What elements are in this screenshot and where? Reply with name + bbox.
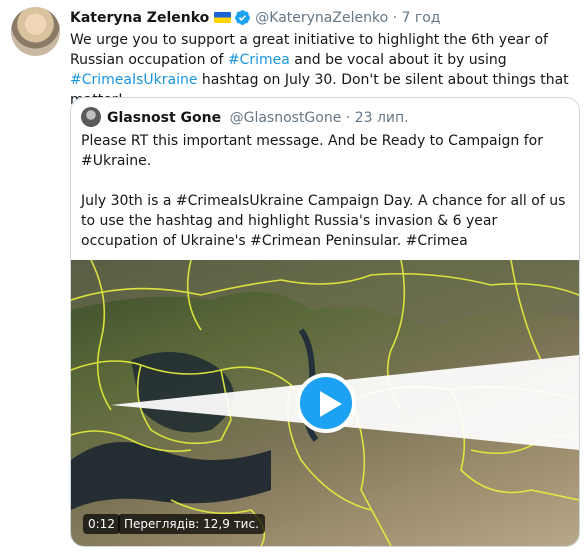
tweet-card[interactable]: Kateryna Zelenko @KaterynaZelenko · 7 год… [0,0,587,554]
quoted-paragraph: July 30th is a #CrimeaIsUkraine Campaign… [81,193,566,249]
quoted-author-name: Glasnost Gone [107,110,222,126]
separator-dot: · [392,10,398,26]
author-handle[interactable]: @KaterynaZelenko [255,10,388,26]
quoted-tweet[interactable]: Glasnost Gone @GlasnostGone · 23 лип. Pl… [70,97,580,547]
hashtag-link[interactable]: #Crimea [228,52,290,68]
verified-badge-icon [235,10,251,25]
avatar[interactable] [11,7,60,56]
quoted-author-handle: @GlasnostGone [229,110,342,126]
quoted-tweet-header: Glasnost Gone @GlasnostGone · 23 лип. [81,107,409,128]
ukraine-flag-icon [214,12,232,23]
tweet-time[interactable]: 7 год [402,10,441,26]
quoted-avatar [81,107,101,127]
video-duration: 0:12 [83,514,120,534]
video-player[interactable]: 0:12 Переглядів: 12,9 тис. [71,260,579,546]
quoted-paragraph: Please RT this important message. And be… [81,133,543,169]
tweet-text-part: and be vocal about it by using [289,52,507,68]
quoted-tweet-time: 23 лип. [354,110,409,126]
separator-dot: · [345,110,351,126]
hashtag-link[interactable]: #CrimeaIsUkraine [70,72,197,88]
video-view-count: Переглядів: 12,9 тис. [118,514,265,534]
play-icon [320,391,342,417]
quoted-tweet-text: Please RT this important message. And be… [81,131,569,251]
play-button[interactable] [296,373,356,433]
tweet-header: Kateryna Zelenko @KaterynaZelenko · 7 год [70,9,440,27]
author-name[interactable]: Kateryna Zelenko [70,10,209,26]
